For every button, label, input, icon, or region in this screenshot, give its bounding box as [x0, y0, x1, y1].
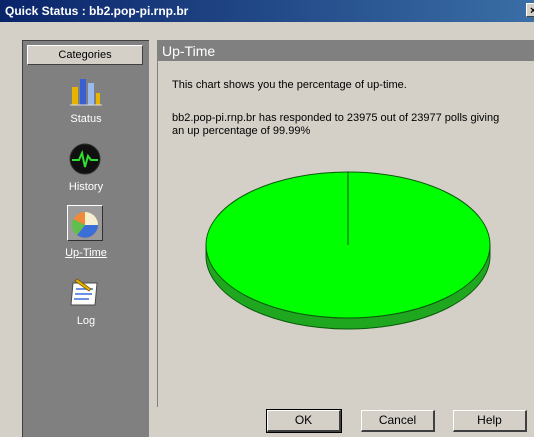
close-button[interactable]: × — [526, 3, 534, 17]
title-bar[interactable]: Quick Status : bb2.pop-pi.rnp.br × — [0, 0, 534, 22]
heartbeat-icon — [67, 141, 103, 177]
categories-sidebar: Categories Status History Up-Time — [22, 40, 149, 437]
sidebar-item-label: Up-Time — [23, 247, 149, 259]
help-button[interactable]: Help — [453, 410, 527, 432]
bar-chart-icon — [67, 73, 103, 109]
sidebar-item-label: Status — [23, 113, 149, 125]
sidebar-item-label: Log — [23, 315, 149, 327]
uptime-pie-chart — [158, 41, 534, 407]
ok-button[interactable]: OK — [267, 410, 341, 432]
window-title: Quick Status : bb2.pop-pi.rnp.br — [5, 4, 188, 18]
uptime-panel: Up-Time This chart shows you the percent… — [157, 40, 534, 407]
categories-header[interactable]: Categories — [27, 45, 143, 65]
cancel-button[interactable]: Cancel — [361, 410, 435, 432]
notepad-icon — [67, 275, 103, 311]
sidebar-item-label: History — [23, 181, 149, 193]
pie-chart-icon — [67, 207, 103, 243]
